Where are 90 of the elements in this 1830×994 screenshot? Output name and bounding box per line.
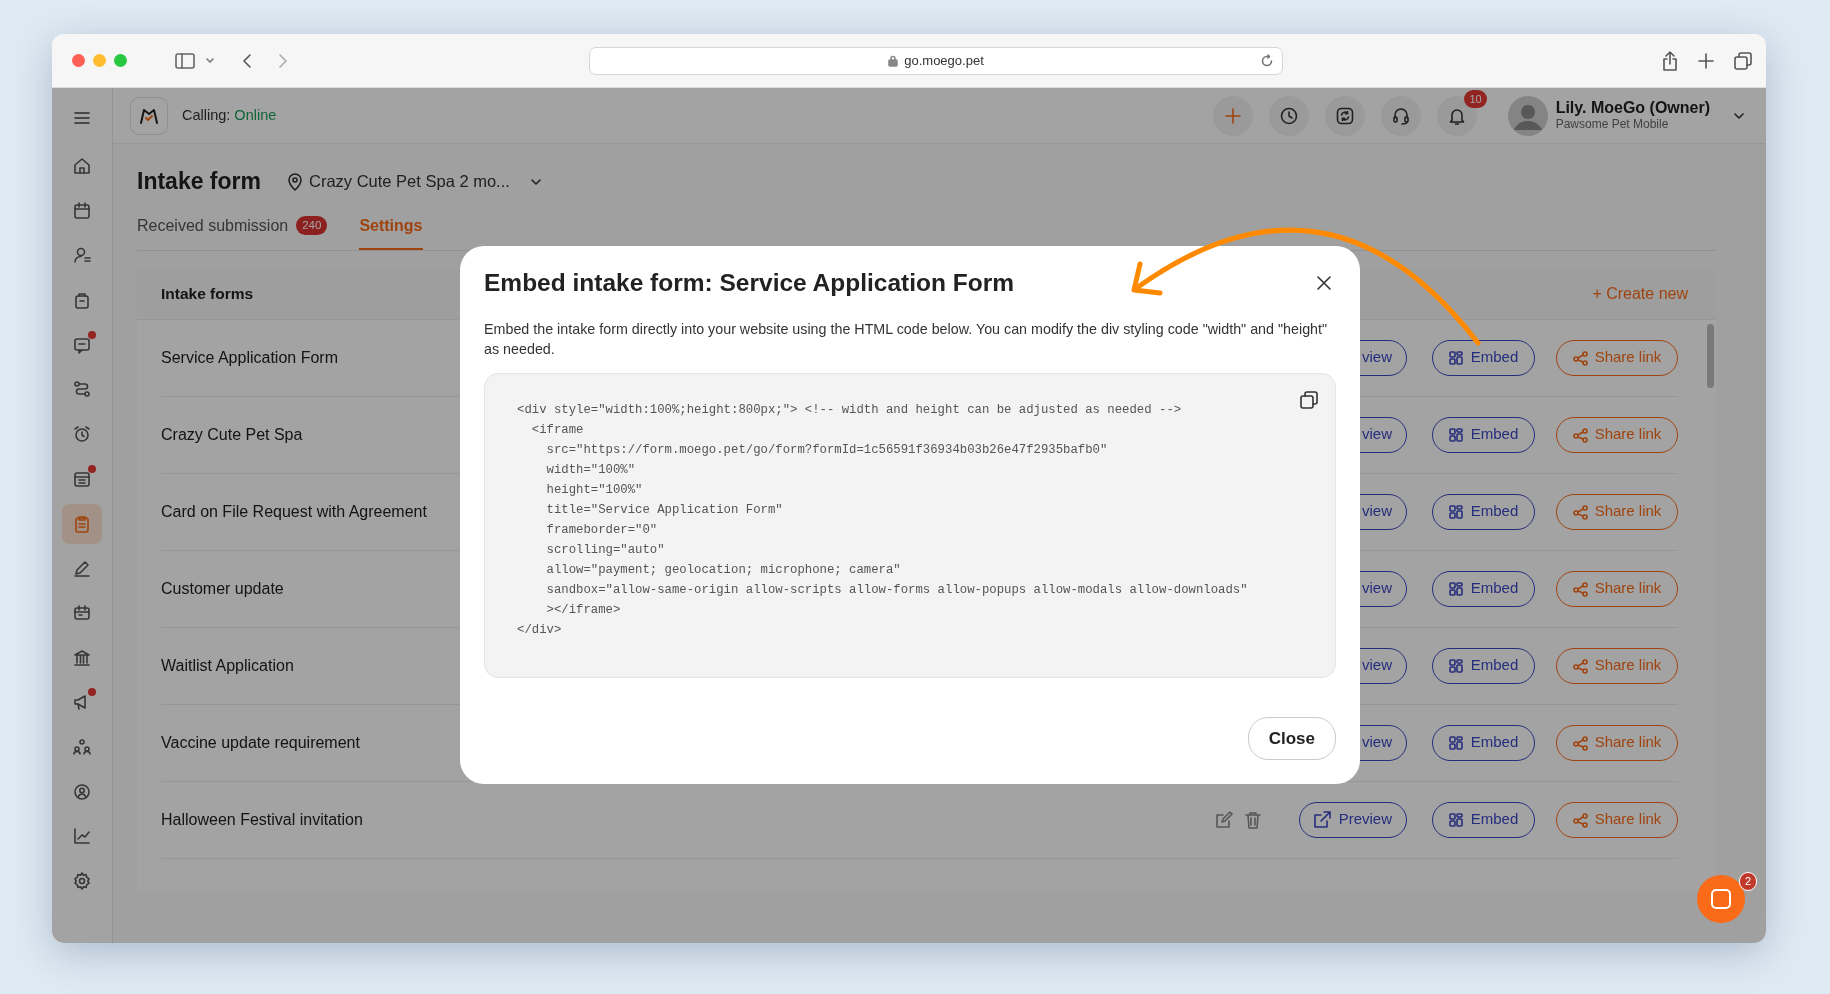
lock-icon — [888, 54, 899, 67]
business-name: Pawsome Pet Mobile — [1555, 117, 1670, 132]
form-name: Waitlist Application — [161, 655, 294, 676]
route-icon[interactable] — [72, 379, 92, 400]
clipboard-icon[interactable] — [72, 513, 92, 534]
close-button[interactable]: Close — [1247, 716, 1336, 760]
embed-code: <div style="width:100%;height:800px;"> <!-- width and height can be adjusted as needed --> <iframe src="https://form.moego.pet/go/form?formId=1c56591f36934b03b26e47f2935bafb0" width="100%" height="100%" title="Service Application Form" frameborder="0" scrolling="auto" allow="payment; geolocation; microphone; camera" sandbox="allow-same-origin allow-scripts allow-forms allow-popups allow-modals allow-downloads" ></iframe> </div> — [517, 402, 1249, 640]
create-new-link[interactable]: + Create new — [1592, 282, 1688, 307]
close-icon — [1316, 274, 1332, 291]
grid-icon — [1448, 427, 1463, 442]
headset-icon[interactable] — [1390, 105, 1411, 126]
external-link-icon — [1312, 810, 1331, 829]
card-title: Intake forms — [161, 284, 254, 305]
form-name: Vaccine update requirement — [161, 732, 360, 753]
bag-icon[interactable] — [72, 290, 92, 311]
alarm-icon[interactable] — [72, 424, 92, 445]
person-icon[interactable] — [72, 245, 92, 266]
embed-button[interactable]: Embed — [1432, 416, 1535, 453]
share-link-button[interactable]: Share link — [1556, 724, 1678, 761]
sync-icon[interactable] — [1334, 105, 1355, 126]
share-nodes-icon — [1572, 426, 1589, 443]
bank-icon[interactable] — [72, 647, 92, 668]
menu-icon[interactable] — [74, 111, 90, 125]
embed-button[interactable]: Embed — [1432, 724, 1535, 761]
form-name: Halloween Festival invitation — [161, 809, 363, 830]
share-nodes-icon — [1572, 657, 1589, 674]
pen-icon[interactable] — [72, 558, 92, 579]
home-icon[interactable] — [72, 156, 92, 176]
grid-icon — [1448, 350, 1463, 365]
embed-button[interactable]: Embed — [1432, 339, 1535, 376]
dialog-description: Embed the intake form directly into your website using the HTML code below. You can modify the div styling code "width" and "height" as needed. — [484, 320, 1329, 360]
embed-button[interactable]: Embed — [1432, 647, 1535, 684]
people-icon[interactable] — [72, 736, 92, 757]
badge-icon[interactable] — [72, 781, 92, 802]
plus-icon[interactable] — [1698, 52, 1714, 69]
share-link-button[interactable]: Share link — [1556, 647, 1678, 684]
page-title: Intake form — [137, 168, 261, 196]
preview-button[interactable]: Preview — [1299, 801, 1407, 838]
form-name: Crazy Cute Pet Spa — [161, 424, 303, 445]
address-bar[interactable]: go.moego.pet — [589, 46, 1283, 75]
clock-icon[interactable] — [1278, 105, 1299, 126]
location-selector[interactable]: Crazy Cute Pet Spa 2 mo... — [287, 169, 542, 195]
share-link-button[interactable]: Share link — [1556, 801, 1678, 838]
embed-button[interactable]: Embed — [1432, 570, 1535, 607]
tab[interactable]: Received submission 240 — [137, 209, 328, 250]
dialog-title: Embed intake form: Service Application Form — [484, 268, 1015, 298]
chart-icon[interactable] — [72, 826, 92, 847]
avatar-icon[interactable] — [1507, 95, 1548, 136]
share-nodes-icon — [1572, 349, 1589, 366]
chat-icon — [1710, 888, 1732, 910]
calling-label: Calling: — [182, 105, 231, 125]
form-name: Service Application Form — [161, 347, 338, 368]
share-link-button[interactable]: Share link — [1556, 493, 1678, 530]
grid-icon — [1448, 658, 1463, 673]
notification-count: 10 — [1464, 89, 1487, 108]
share-link-button[interactable]: Share link — [1556, 339, 1678, 376]
scrollbar-thumb[interactable] — [1707, 323, 1714, 388]
tab[interactable]: Settings — [359, 209, 423, 250]
grid-icon — [1448, 735, 1463, 750]
share-nodes-icon — [1572, 811, 1589, 828]
grid-icon — [1448, 504, 1463, 519]
embed-button[interactable]: Embed — [1432, 493, 1535, 530]
settings-icon[interactable] — [72, 871, 92, 891]
sidebar-toggle-icon[interactable] — [175, 52, 195, 69]
trash-icon[interactable] — [1245, 810, 1261, 829]
grid-icon — [1448, 812, 1463, 827]
calendar-icon[interactable] — [72, 200, 92, 221]
calling-status: Online — [234, 105, 277, 125]
share-nodes-icon — [1572, 503, 1589, 520]
close-window-button[interactable] — [72, 54, 85, 67]
chevron-down-icon[interactable] — [205, 55, 215, 66]
share-nodes-icon — [1572, 734, 1589, 751]
share-link-button[interactable]: Share link — [1556, 416, 1678, 453]
ticket-icon[interactable] — [72, 602, 92, 623]
pin-icon — [287, 172, 303, 191]
edit-icon[interactable] — [1215, 810, 1233, 829]
share-link-button[interactable]: Share link — [1556, 570, 1678, 607]
form-name: Customer update — [161, 578, 284, 599]
share-nodes-icon — [1572, 580, 1589, 597]
tabs-icon[interactable] — [1734, 51, 1752, 70]
user-name: Lily. MoeGo (Owner) — [1555, 99, 1710, 118]
form-name: Card on File Request with Agreement — [161, 501, 427, 522]
grid-icon — [1448, 581, 1463, 596]
copy-icon[interactable] — [1299, 390, 1319, 411]
share-icon[interactable] — [1662, 50, 1678, 71]
count-badge: 240 — [296, 215, 328, 236]
back-icon[interactable] — [241, 52, 253, 69]
url-text: go.moego.pet — [904, 51, 984, 70]
reload-icon[interactable] — [1260, 53, 1274, 68]
embed-button[interactable]: Embed — [1432, 801, 1535, 838]
